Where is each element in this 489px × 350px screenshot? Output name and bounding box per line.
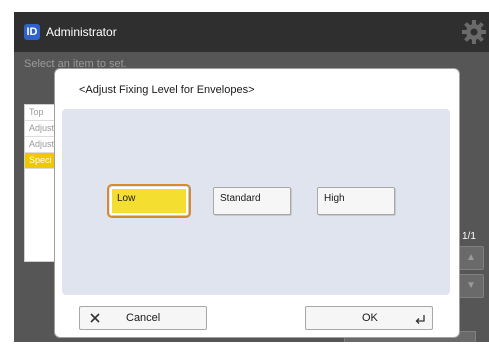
user-name: Administrator: [46, 25, 117, 39]
option-high-button[interactable]: High: [317, 187, 395, 215]
ok-button[interactable]: OK: [305, 306, 433, 330]
option-standard-button[interactable]: Standard: [213, 187, 291, 215]
fixing-level-dialog: <Adjust Fixing Level for Envelopes> Low …: [54, 68, 460, 338]
id-badge: ID: [24, 24, 40, 40]
gear-icon[interactable]: [461, 19, 487, 45]
page-indicator: 1/1: [462, 231, 476, 242]
scroll-up-button[interactable]: ▲: [458, 246, 484, 270]
cancel-button[interactable]: Cancel: [79, 306, 207, 330]
dialog-title: <Adjust Fixing Level for Envelopes>: [79, 84, 255, 96]
enter-icon: [415, 315, 425, 324]
ok-label: OK: [362, 312, 378, 324]
scroll-down-button[interactable]: ▼: [458, 274, 484, 298]
options-panel: Low Standard High: [62, 109, 450, 295]
printer-screen: ID Administrator Select an item to set. …: [14, 12, 489, 342]
close-icon: [90, 313, 100, 323]
option-low-button[interactable]: Low: [107, 184, 191, 218]
title-bar: ID Administrator: [14, 12, 489, 52]
cancel-label: Cancel: [126, 312, 161, 324]
